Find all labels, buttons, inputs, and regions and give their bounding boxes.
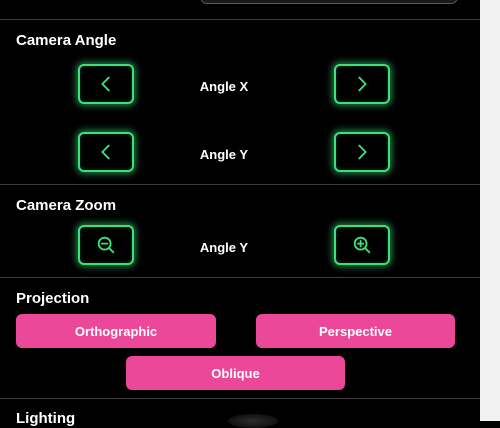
zoom-in-icon	[353, 236, 371, 254]
perspective-button[interactable]: Perspective	[256, 314, 455, 348]
zoom-out-button[interactable]	[78, 225, 134, 265]
chevron-left-icon	[101, 76, 110, 92]
lighting-control-knob[interactable]	[228, 414, 278, 428]
lighting-title: Lighting	[16, 410, 76, 427]
angle-x-label: Angle X	[199, 79, 249, 94]
angle-x-decrease-button[interactable]	[78, 64, 134, 104]
chevron-right-icon	[358, 144, 367, 160]
angle-y-increase-button[interactable]	[334, 132, 390, 172]
oblique-button[interactable]: Oblique	[126, 356, 345, 390]
controls-panel: Camera Angle Angle X Angle Y Camera Zoom…	[0, 0, 480, 428]
zoom-label: Angle Y	[199, 240, 249, 255]
camera-angle-title: Camera Angle	[16, 32, 117, 49]
divider	[0, 277, 480, 278]
top-input-field[interactable]	[200, 0, 458, 4]
angle-y-label: Angle Y	[199, 147, 249, 162]
projection-title: Projection	[16, 290, 90, 307]
divider	[0, 398, 480, 399]
divider	[0, 19, 480, 20]
angle-x-increase-button[interactable]	[334, 64, 390, 104]
scrollbar[interactable]	[480, 0, 500, 421]
angle-y-decrease-button[interactable]	[78, 132, 134, 172]
chevron-right-icon	[358, 76, 367, 92]
camera-zoom-title: Camera Zoom	[16, 197, 117, 214]
zoom-out-icon	[97, 236, 115, 254]
orthographic-button[interactable]: Orthographic	[16, 314, 216, 348]
divider	[0, 184, 480, 185]
zoom-in-button[interactable]	[334, 225, 390, 265]
chevron-left-icon	[101, 144, 110, 160]
